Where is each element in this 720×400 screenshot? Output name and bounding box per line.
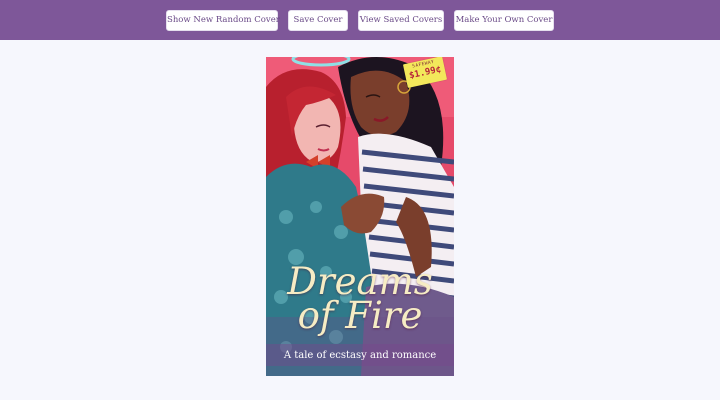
save-cover-button[interactable]: Save Cover [288,10,348,31]
show-new-random-cover-button[interactable]: Show New Random Cover [166,10,280,31]
make-your-own-cover-button[interactable]: Make Your Own Cover [454,10,554,31]
cover-title: Dreams of Fire [287,260,433,337]
book-cover: SAFEWAY $1.99¢ Dreams of Fire A tale of … [266,57,454,376]
top-nav-bar: Show New Random Cover Save Cover View Sa… [0,0,720,40]
view-saved-covers-button[interactable]: View Saved Covers [358,10,444,31]
cover-tagline: A tale of ecstasy and romance [283,350,437,361]
